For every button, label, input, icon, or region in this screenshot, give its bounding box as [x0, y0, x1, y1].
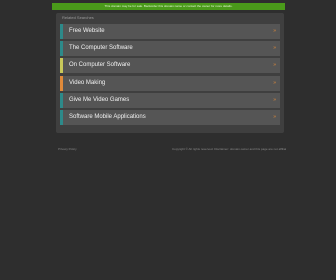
footer-disclaimer: Copyright © All rights reserved. Disclai… [172, 147, 286, 151]
chevron-right-icon: » [273, 113, 276, 120]
domain-sale-banner[interactable]: This domain may be for sale. Backorder t… [52, 3, 285, 10]
link-label: On Computer Software [69, 62, 131, 69]
privacy-policy-link[interactable]: Privacy Policy [58, 147, 77, 151]
related-links-panel: Related Searches Free Website » The Comp… [56, 13, 284, 133]
related-links-list: Free Website » The Computer Software » O… [60, 24, 280, 127]
panel-header: Related Searches [62, 15, 94, 20]
link-label: Give Me Video Games [69, 96, 130, 103]
chevron-right-icon: » [273, 79, 276, 86]
related-link-free-website[interactable]: Free Website » [60, 24, 280, 39]
related-link-video-making[interactable]: Video Making » [60, 75, 280, 91]
link-label: Software Mobile Applications [69, 113, 146, 120]
chevron-right-icon: » [273, 62, 276, 69]
chevron-right-icon: » [273, 28, 276, 34]
related-link-give-me-video-games[interactable]: Give Me Video Games » [60, 92, 280, 108]
link-label: Video Making [69, 79, 106, 86]
chevron-right-icon: » [273, 45, 276, 52]
link-label: The Computer Software [69, 45, 133, 52]
chevron-right-icon: » [273, 96, 276, 103]
related-link-on-computer-software[interactable]: On Computer Software » [60, 58, 280, 74]
link-label: Free Website [69, 28, 105, 34]
related-link-the-computer-software[interactable]: The Computer Software » [60, 41, 280, 57]
related-link-software-mobile-applications[interactable]: Software Mobile Applications » [60, 109, 280, 125]
